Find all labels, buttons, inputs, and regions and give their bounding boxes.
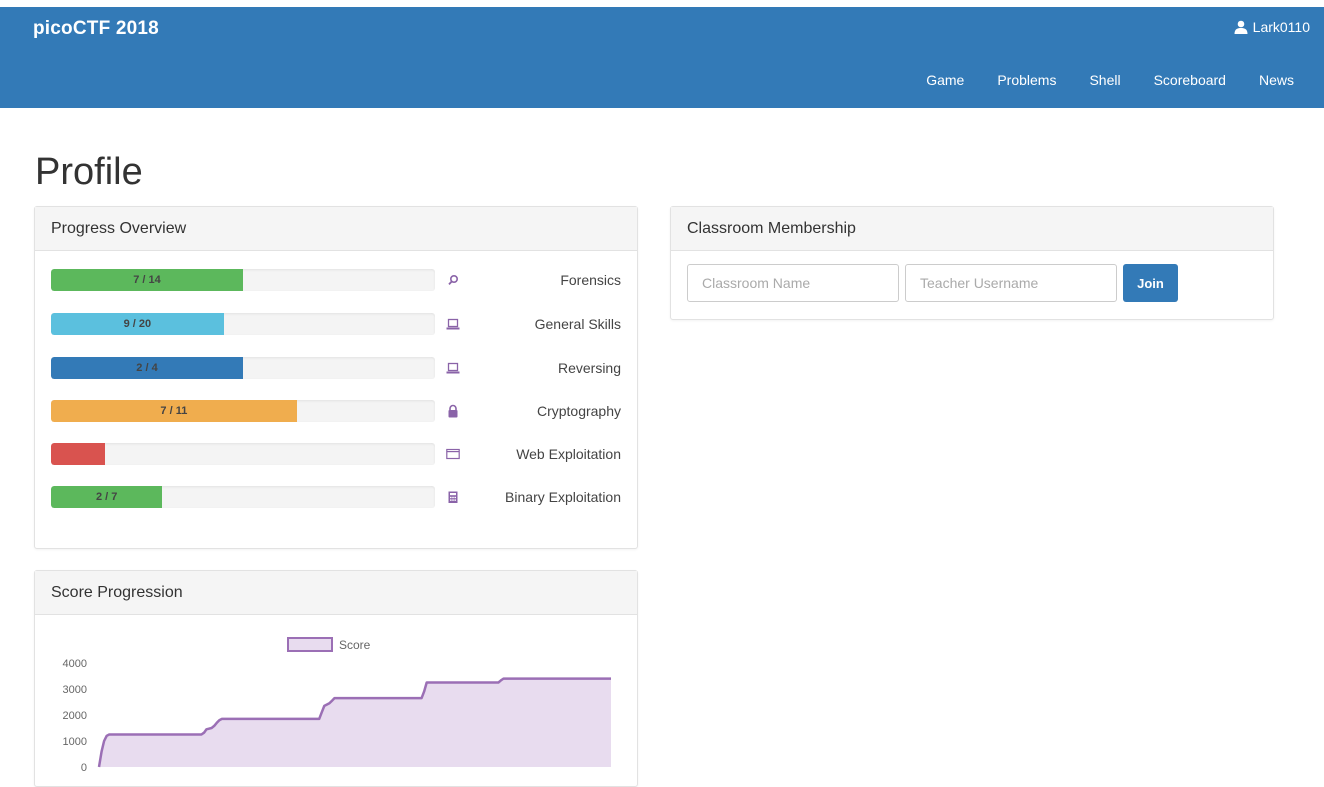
classroom-membership-panel: Classroom Membership Join bbox=[670, 206, 1274, 320]
legend-label: Score bbox=[339, 638, 371, 652]
classroom-name-input[interactable] bbox=[687, 264, 899, 302]
category-label: Forensics bbox=[560, 272, 621, 288]
progress-row-general-skills: 9 / 20 General Skills bbox=[51, 313, 621, 337]
progress-fill: 9 / 20 bbox=[51, 313, 224, 335]
laptop-icon bbox=[446, 318, 460, 330]
page-title: Profile bbox=[35, 151, 143, 193]
score-chart: Score 0 1000 2000 3000 4000 bbox=[63, 637, 611, 774]
category-label: Cryptography bbox=[536, 403, 621, 419]
user-menu[interactable]: Lark0110 bbox=[1234, 19, 1310, 35]
y-tick-label: 0 bbox=[81, 762, 87, 774]
progress-row-binary-exploitation: 2 / 7 Binary Exploitation bbox=[51, 486, 621, 510]
category-label: Web Exploitation bbox=[516, 446, 621, 462]
score-area bbox=[99, 678, 611, 767]
y-axis: 0 1000 2000 3000 4000 bbox=[63, 658, 87, 774]
score-progression-title: Score Progression bbox=[35, 571, 637, 615]
laptop-icon bbox=[446, 362, 460, 374]
progress-bar: 9 / 20 bbox=[51, 313, 435, 335]
category-label: General Skills bbox=[534, 316, 621, 332]
progress-overview-panel: Progress Overview 7 / 14 Forensics 9 / 2… bbox=[34, 206, 638, 549]
progress-row-reversing: 2 / 4 Reversing bbox=[51, 357, 621, 381]
score-series bbox=[97, 677, 611, 768]
y-tick-label: 4000 bbox=[63, 658, 87, 670]
username: Lark0110 bbox=[1252, 19, 1310, 35]
y-tick-label: 2000 bbox=[63, 710, 87, 722]
progress-bar: 7 / 11 bbox=[51, 400, 435, 422]
nav-game[interactable]: Game bbox=[926, 72, 964, 88]
top-navbar: picoCTF 2018 Lark0110 Game Problems Shel… bbox=[0, 7, 1324, 108]
browser-window-icon bbox=[446, 448, 460, 460]
teacher-username-input[interactable] bbox=[905, 264, 1117, 302]
progress-fill: 7 / 11 bbox=[51, 400, 297, 422]
progress-bar: 7 / 14 bbox=[51, 269, 435, 291]
progress-fill: 2 / 7 bbox=[51, 486, 163, 508]
nav-scoreboard[interactable]: Scoreboard bbox=[1154, 72, 1226, 88]
main-nav: Game Problems Shell Scoreboard News bbox=[893, 72, 1294, 88]
progress-row-cryptography: 7 / 11 Cryptography bbox=[51, 400, 621, 424]
y-tick-label: 3000 bbox=[63, 684, 87, 696]
classroom-membership-title: Classroom Membership bbox=[671, 207, 1273, 251]
legend-swatch bbox=[287, 637, 333, 652]
join-button[interactable]: Join bbox=[1123, 264, 1178, 302]
nav-shell[interactable]: Shell bbox=[1089, 72, 1120, 88]
user-icon bbox=[1234, 20, 1248, 34]
progress-fill bbox=[51, 443, 105, 465]
progress-bar: 2 / 4 bbox=[51, 357, 435, 379]
progress-fill: 2 / 4 bbox=[51, 357, 243, 379]
progress-row-forensics: 7 / 14 Forensics bbox=[51, 269, 621, 293]
nav-news[interactable]: News bbox=[1259, 72, 1294, 88]
category-label: Binary Exploitation bbox=[505, 489, 621, 505]
brand-logo[interactable]: picoCTF 2018 bbox=[33, 18, 159, 40]
progress-fill: 7 / 14 bbox=[51, 269, 243, 291]
progress-bar bbox=[51, 443, 435, 465]
nav-problems[interactable]: Problems bbox=[997, 72, 1056, 88]
score-progression-panel: Score Progression Score 0 1000 2000 3000 400… bbox=[34, 570, 638, 787]
search-icon bbox=[448, 274, 459, 286]
lock-icon bbox=[448, 404, 458, 418]
progress-row-web-exploitation: Web Exploitation bbox=[51, 443, 621, 467]
category-label: Reversing bbox=[557, 360, 621, 376]
y-tick-label: 1000 bbox=[63, 736, 87, 748]
calculator-icon bbox=[448, 491, 458, 503]
progress-bar: 2 / 7 bbox=[51, 486, 435, 508]
progress-overview-title: Progress Overview bbox=[35, 207, 637, 251]
chart-legend: Score bbox=[287, 637, 371, 652]
